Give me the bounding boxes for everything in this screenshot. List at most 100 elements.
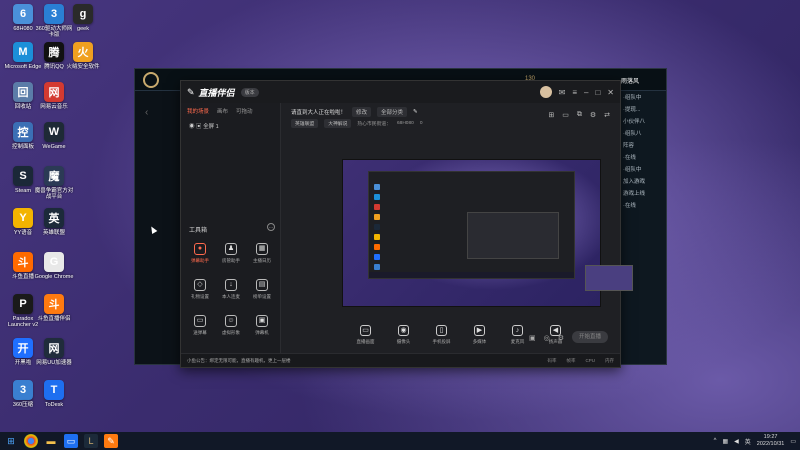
friend-list-item[interactable]: ·在线 (619, 199, 666, 211)
tool-button[interactable]: ♟ 房管助手 (216, 243, 246, 264)
tab-2[interactable]: 可拖动 (236, 107, 253, 115)
tool-button[interactable]: ▤ 榜单设置 (247, 279, 277, 300)
desktop-icon[interactable]: G Google Chrome (35, 252, 73, 280)
desktop-icon-label: ToDesk (44, 402, 64, 408)
control-button[interactable]: ♪ 麦克风 (506, 325, 530, 345)
menu-icon[interactable]: ≡ (572, 88, 577, 97)
todesk-icon[interactable]: ▭ (64, 434, 78, 448)
input-method[interactable]: 英 (745, 437, 751, 446)
desktop-icon[interactable]: 斗斗鱼直播伴侣 (37, 294, 71, 322)
stream-preview[interactable] (342, 159, 633, 307)
scene-item[interactable]: ◉ ▣ 全屏 1 (181, 119, 280, 133)
friend-list-item[interactable]: 阵容 (619, 139, 666, 151)
friend-list-item[interactable]: ·组队中 (619, 91, 666, 103)
friend-list-item[interactable]: 小伙伴八 (619, 115, 666, 127)
more-icon[interactable]: … (267, 223, 275, 231)
control-button[interactable]: ▶ 多媒体 (468, 325, 492, 345)
lock-icon[interactable]: ▣ (196, 124, 202, 130)
preview-desktop-icon (374, 214, 380, 220)
control-button[interactable]: ▯ 手机投屏 (430, 325, 454, 345)
friend-list-item[interactable]: ·提现... (619, 103, 666, 115)
tab-0[interactable]: 我的场景 (187, 107, 209, 115)
share-icon[interactable]: ⇄ (604, 111, 610, 119)
edit-icon[interactable]: ✎ (413, 109, 418, 115)
friend-list-item[interactable]: ·在线 (619, 151, 666, 163)
tool-button[interactable]: ☺ 虚拟形象 (216, 315, 246, 336)
maximize-icon[interactable]: □ (595, 88, 600, 97)
lol-logo-icon[interactable] (143, 71, 159, 88)
desktop-icon[interactable]: 魔魔兽争霸官方对战平台 (34, 166, 74, 200)
notification-icon[interactable]: ▭ (790, 438, 796, 445)
start-stream-button[interactable]: 开始直播 (572, 331, 608, 343)
friend-list-item[interactable]: 加入游戏 (619, 175, 666, 187)
control-button[interactable]: ▭ 直播画面 (354, 325, 378, 345)
friend-list-item[interactable]: ·组队八 (619, 127, 666, 139)
tool-icon: ☺ (225, 315, 237, 327)
chrome-icon[interactable] (24, 434, 38, 448)
tab-1[interactable]: 画布 (217, 107, 228, 115)
tool-button[interactable]: ▭ 送弹幕 (185, 315, 215, 336)
tool-button[interactable]: ▦ 主播日历 (247, 243, 277, 264)
preview-taskbar (369, 272, 574, 278)
tool-button[interactable]: ● 弹幕助手 (185, 243, 215, 264)
lol-taskbar-icon[interactable]: L (84, 434, 98, 448)
user-avatar[interactable] (539, 86, 552, 98)
stream-info-item: 热心市民街道： (357, 122, 391, 127)
folder-icon[interactable]: ▬ (44, 434, 58, 448)
scene-item-label: 全屏 1 (203, 124, 219, 130)
app-icon: Y (13, 208, 33, 228)
tool-button[interactable]: ▣ 弹幕机 (247, 315, 277, 336)
version-badge[interactable]: 版本 (240, 87, 259, 97)
camera-icon[interactable]: ▣ (529, 334, 536, 342)
tool-icon: ▤ (256, 279, 268, 291)
friend-list-item[interactable]: 游戏上线 (619, 187, 666, 199)
desktop-icon[interactable]: 网网易UU加速器 (36, 338, 72, 366)
desktop-icon[interactable]: W WeGame (37, 122, 71, 150)
desktop-icon-label: 火绒安全软件 (66, 64, 100, 70)
edit-title-button[interactable]: 修改 (352, 107, 372, 117)
desktop-icon[interactable]: g geek (66, 4, 100, 32)
desktop-icon[interactable]: 英英雄联盟 (37, 208, 71, 236)
preview-desktop-icon (374, 184, 380, 190)
tool-icon: ↓ (225, 279, 237, 291)
desktop-icon-label: 斗鱼直播伴侣 (37, 316, 71, 322)
tray-expand-icon[interactable]: ^ (714, 438, 717, 444)
app-icon: T (44, 380, 64, 400)
desktop-icon[interactable]: T ToDesk (37, 380, 71, 408)
back-arrow-icon[interactable]: ‹ (145, 107, 148, 118)
app-icon: P (13, 294, 33, 314)
app-icon: G (44, 252, 64, 272)
stream-info-item: 0 (419, 121, 423, 126)
preview-nested-window (368, 171, 633, 291)
minimize-icon[interactable]: – (584, 88, 588, 97)
windows-start-icon[interactable]: ⊞ (4, 434, 18, 448)
desktop-icon[interactable]: 火火绒安全软件 (66, 42, 100, 70)
control-button[interactable]: ◉ 摄像头 (392, 325, 416, 345)
close-icon[interactable]: ✕ (607, 88, 614, 97)
gear-icon[interactable]: ⚙ (558, 334, 564, 342)
tool-button[interactable]: ◇ 礼物设置 (185, 279, 215, 300)
network-icon[interactable]: ▦ (722, 438, 728, 445)
desktop-icon-label: 魔兽争霸官方对战平台 (34, 188, 74, 200)
stream-info-item[interactable]: 英雄联盟 (291, 119, 319, 128)
record-icon[interactable]: ⧉ (577, 111, 582, 119)
tool-icon: ● (194, 243, 206, 255)
category-select[interactable]: 全部分类 (377, 107, 408, 117)
clock[interactable]: 19:27 2022/10/31 (757, 434, 785, 448)
desktop-icon[interactable]: P Paradox Launcher v2 (6, 294, 40, 328)
settings-icon[interactable]: ⚙ (590, 111, 596, 119)
tool-button[interactable]: ↓ 本人连麦 (216, 279, 246, 300)
screen-icon[interactable]: ▭ (562, 111, 569, 119)
stream-info-item[interactable]: 大神解说 (324, 119, 352, 128)
eye-icon[interactable]: ◉ (189, 124, 195, 130)
volume-icon[interactable]: ◀ (734, 438, 739, 445)
app-icon: W (44, 122, 64, 142)
app-icon: S (13, 166, 33, 186)
visibility-icon[interactable]: ◎ (544, 334, 550, 342)
layout-icon[interactable]: ⊞ (548, 111, 554, 119)
stream-app-taskbar-icon[interactable]: ✎ (104, 434, 118, 448)
desktop-icon[interactable]: 网网易云音乐 (37, 82, 71, 110)
tool-label: 礼物设置 (191, 294, 209, 299)
mail-icon[interactable]: ✉ (559, 88, 566, 97)
friend-list-item[interactable]: ·组队中 (619, 163, 666, 175)
